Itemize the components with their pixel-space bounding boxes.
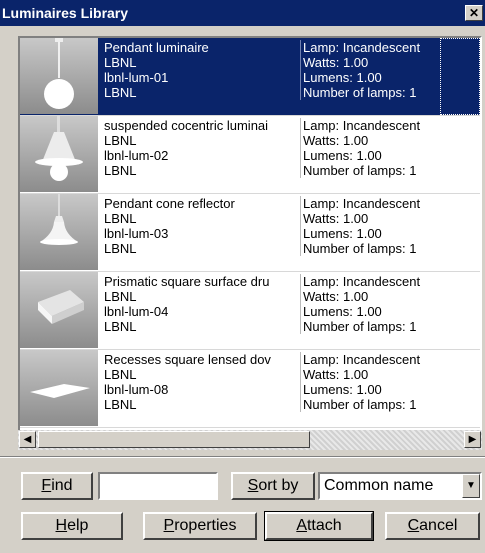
title-bar: Luminaires Library ✕ [0, 0, 485, 26]
properties-access-key: P [163, 517, 175, 534]
luminaire-catalog: LBNL [104, 397, 137, 412]
properties-button[interactable]: Properties [143, 512, 257, 540]
luminaire-id: lbnl-lum-01 [104, 70, 169, 85]
lamp-count: Number of lamps: 1 [303, 319, 417, 334]
find-access-key: F [41, 477, 52, 494]
dropdown-button[interactable]: ▼ [462, 474, 480, 498]
luminaires-list[interactable]: Pendant luminaire LBNL lbnl-lum-01 LBNL … [18, 36, 482, 450]
close-button[interactable]: ✕ [465, 5, 483, 21]
luminaire-manufacturer: LBNL [104, 211, 137, 226]
lamp-info: Lamp: Incandescent Watts: 1.00 Lumens: 1… [300, 118, 443, 178]
help-button[interactable]: Help [21, 512, 123, 540]
lamp-info: Lamp: Incandescent Watts: 1.00 Lumens: 1… [300, 196, 443, 256]
attach-access-key: A [296, 517, 307, 534]
luminaire-info: suspended cocentric luminai LBNL lbnl-lu… [104, 118, 294, 178]
lamp-info: Lamp: Incandescent Watts: 1.00 Lumens: 1… [300, 40, 443, 100]
luminaire-id: lbnl-lum-03 [104, 226, 169, 241]
list-item[interactable]: Recesses square lensed dov LBNL lbnl-lum… [20, 350, 480, 428]
luminaire-id: lbnl-lum-04 [104, 304, 169, 319]
attach-button[interactable]: Attach [264, 511, 374, 541]
luminaire-name: suspended cocentric luminai [104, 118, 269, 133]
list-item[interactable]: suspended cocentric luminai LBNL lbnl-lu… [20, 116, 480, 194]
luminaire-catalog: LBNL [104, 241, 137, 256]
attach-label: ttach [306, 517, 342, 534]
luminaire-manufacturer: LBNL [104, 55, 137, 70]
help-access-key: H [55, 517, 68, 534]
lamp-type: Lamp: Incandescent [303, 40, 421, 55]
arrow-left-icon: ◀ [23, 434, 32, 445]
scroll-left-button[interactable]: ◀ [19, 431, 36, 448]
lamp-watts: Watts: 1.00 [303, 367, 369, 382]
lamp-count: Number of lamps: 1 [303, 85, 417, 100]
horizontal-scrollbar[interactable]: ◀ ▶ [18, 430, 482, 450]
lamp-watts: Watts: 1.00 [303, 289, 369, 304]
luminaire-name: Pendant luminaire [104, 40, 209, 55]
lamp-lumens: Lumens: 1.00 [303, 382, 382, 397]
lamp-type: Lamp: Incandescent [303, 274, 421, 289]
luminaire-catalog: LBNL [104, 163, 137, 178]
arrow-right-icon: ▶ [468, 434, 477, 445]
concentric-luminaire-icon [20, 116, 98, 192]
divider [0, 456, 485, 458]
luminaire-info: Pendant luminaire LBNL lbnl-lum-01 LBNL [104, 40, 294, 100]
lamp-type: Lamp: Incandescent [303, 118, 421, 133]
lamp-lumens: Lumens: 1.00 [303, 226, 382, 241]
help-label: elp [67, 517, 89, 534]
luminaire-manufacturer: LBNL [104, 367, 137, 382]
luminaire-info: Pendant cone reflector LBNL lbnl-lum-03 … [104, 196, 294, 256]
find-label: ind [51, 477, 73, 494]
lamp-watts: Watts: 1.00 [303, 211, 369, 226]
luminaire-name: Prismatic square surface dru [104, 274, 270, 289]
scrollbar-thumb[interactable] [38, 431, 310, 448]
luminaire-info: Prismatic square surface dru LBNL lbnl-l… [104, 274, 294, 334]
pendant-globe-icon [20, 38, 98, 114]
sort-by-button[interactable]: Sort by [231, 472, 315, 500]
luminaire-info: Recesses square lensed dov LBNL lbnl-lum… [104, 352, 294, 412]
lamp-count: Number of lamps: 1 [303, 397, 417, 412]
luminaire-manufacturer: LBNL [104, 133, 137, 148]
lamp-lumens: Lumens: 1.00 [303, 70, 382, 85]
lamp-info: Lamp: Incandescent Watts: 1.00 Lumens: 1… [300, 352, 443, 412]
lamp-count: Number of lamps: 1 [303, 163, 417, 178]
lamp-type: Lamp: Incandescent [303, 196, 421, 211]
luminaire-name: Pendant cone reflector [104, 196, 235, 211]
luminaire-manufacturer: LBNL [104, 289, 137, 304]
window-title: Luminaires Library [2, 5, 129, 21]
luminaire-id: lbnl-lum-08 [104, 382, 169, 397]
sort-by-select[interactable]: Common name ▼ [318, 472, 482, 500]
cancel-access-key: C [407, 517, 420, 534]
list-item[interactable]: Pendant cone reflector LBNL lbnl-lum-03 … [20, 194, 480, 272]
list-item[interactable]: Prismatic square surface dru LBNL lbnl-l… [20, 272, 480, 350]
properties-label: roperties [174, 517, 237, 534]
sort-selected-value: Common name [324, 477, 434, 494]
sort-access-key: S [247, 477, 259, 494]
focus-rect [440, 38, 480, 115]
scroll-right-button[interactable]: ▶ [464, 431, 481, 448]
list-item[interactable]: Pendant luminaire LBNL lbnl-lum-01 LBNL … [20, 38, 480, 116]
luminaire-catalog: LBNL [104, 319, 137, 334]
cancel-label: ancel [419, 517, 458, 534]
lamp-lumens: Lumens: 1.00 [303, 148, 382, 163]
luminaire-catalog: LBNL [104, 85, 137, 100]
chevron-down-icon: ▼ [466, 480, 476, 491]
square-drum-icon [20, 272, 98, 348]
recessed-lensed-icon [20, 350, 98, 426]
cone-reflector-icon [20, 194, 98, 270]
lamp-type: Lamp: Incandescent [303, 352, 421, 367]
lamp-lumens: Lumens: 1.00 [303, 304, 382, 319]
lamp-watts: Watts: 1.00 [303, 133, 369, 148]
luminaire-id: lbnl-lum-02 [104, 148, 169, 163]
close-icon: ✕ [468, 6, 480, 20]
find-button[interactable]: Find [21, 472, 93, 500]
cancel-button[interactable]: Cancel [385, 512, 480, 540]
lamp-watts: Watts: 1.00 [303, 55, 369, 70]
sort-label: ort by [258, 477, 299, 494]
luminaire-name: Recesses square lensed dov [104, 352, 271, 367]
lamp-info: Lamp: Incandescent Watts: 1.00 Lumens: 1… [300, 274, 443, 334]
lamp-count: Number of lamps: 1 [303, 241, 417, 256]
find-input[interactable] [98, 472, 218, 500]
